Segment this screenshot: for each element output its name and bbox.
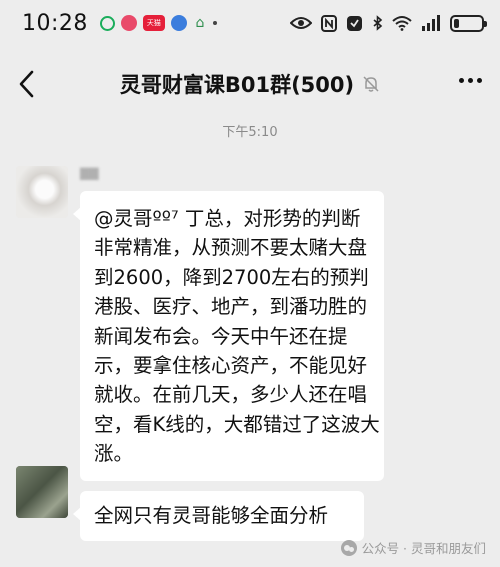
message-line: 全网只有灵哥能够全面分析 <box>94 504 329 527</box>
chat-header: 灵哥财富课B01群(500) <box>0 58 500 110</box>
avatar-image <box>16 166 68 218</box>
avatar[interactable] <box>16 166 68 218</box>
browser-blue-icon <box>170 15 187 31</box>
back-arrow-icon[interactable] <box>14 68 42 100</box>
message-line: 新闻发布会。今天中午还在提 <box>94 324 348 348</box>
wechat-ring-icon <box>99 15 115 31</box>
message-line: @灵哥ºº⁷ 丁总，对形势的判断 <box>94 207 361 230</box>
message-bubble[interactable]: 全网只有灵哥能够全面分析 <box>73 491 364 541</box>
watermark-text: 公众号 · 灵哥和朋友们 <box>361 541 486 556</box>
chat-title: 灵哥财富课B01群(500) <box>119 73 355 97</box>
nfc-icon <box>321 14 337 32</box>
chat-title-wrap: 灵哥财富课B01群(500) <box>120 69 380 99</box>
tmall-icon: 天猫 <box>142 15 165 31</box>
app-red-icon <box>120 15 137 31</box>
eye-icon <box>290 17 312 29</box>
alarm-icon <box>347 15 362 31</box>
status-time: 10:28 <box>22 10 88 36</box>
signal-icon <box>422 15 440 31</box>
tmall-label: 天猫 <box>146 19 161 27</box>
message-line: 空，看K线的，大都错过了这波大 <box>94 412 380 436</box>
message-bubble[interactable]: @灵哥ºº⁷ 丁总，对形势的判断 非常精准，从预测不要太赌大盘 到2600，降到… <box>73 191 384 481</box>
avatar-image <box>16 466 68 518</box>
wifi-icon <box>392 16 412 31</box>
status-indicators <box>290 14 487 32</box>
message-line: 到2600，降到2700左右的预判 <box>94 265 369 289</box>
battery-icon <box>450 14 487 32</box>
message-line: 示，要拿住核心资产，不能见好 <box>94 354 368 378</box>
more-dot <box>459 78 464 83</box>
message-line: 涨。 <box>94 442 134 466</box>
mute-bell-icon <box>363 76 379 92</box>
more-options-icon[interactable] <box>459 78 482 83</box>
dot-icon <box>212 21 217 25</box>
message-line: 港股、医疗、地产，到潘功胜的 <box>94 295 368 319</box>
sender-name-blurred: ▇▇ <box>80 166 99 180</box>
message-line: 非常精准，从预测不要太赌大盘 <box>94 236 368 260</box>
wechat-official-account-icon <box>340 539 357 556</box>
message-line: 就收。在前几天，多少人还在唱 <box>94 383 368 407</box>
notification-icons: 天猫 ⌂ <box>99 15 217 31</box>
message-timestamp: 下午5:10 <box>222 125 278 140</box>
avatar[interactable] <box>16 466 68 518</box>
bluetooth-icon <box>373 14 383 31</box>
more-dot <box>468 78 473 83</box>
watermark: 公众号 · 灵哥和朋友们 <box>340 538 486 557</box>
house-icon: ⌂ <box>195 15 205 31</box>
battery-level <box>454 18 460 28</box>
more-dot <box>477 78 482 83</box>
status-bar: 10:28 天猫 ⌂ <box>0 0 500 46</box>
